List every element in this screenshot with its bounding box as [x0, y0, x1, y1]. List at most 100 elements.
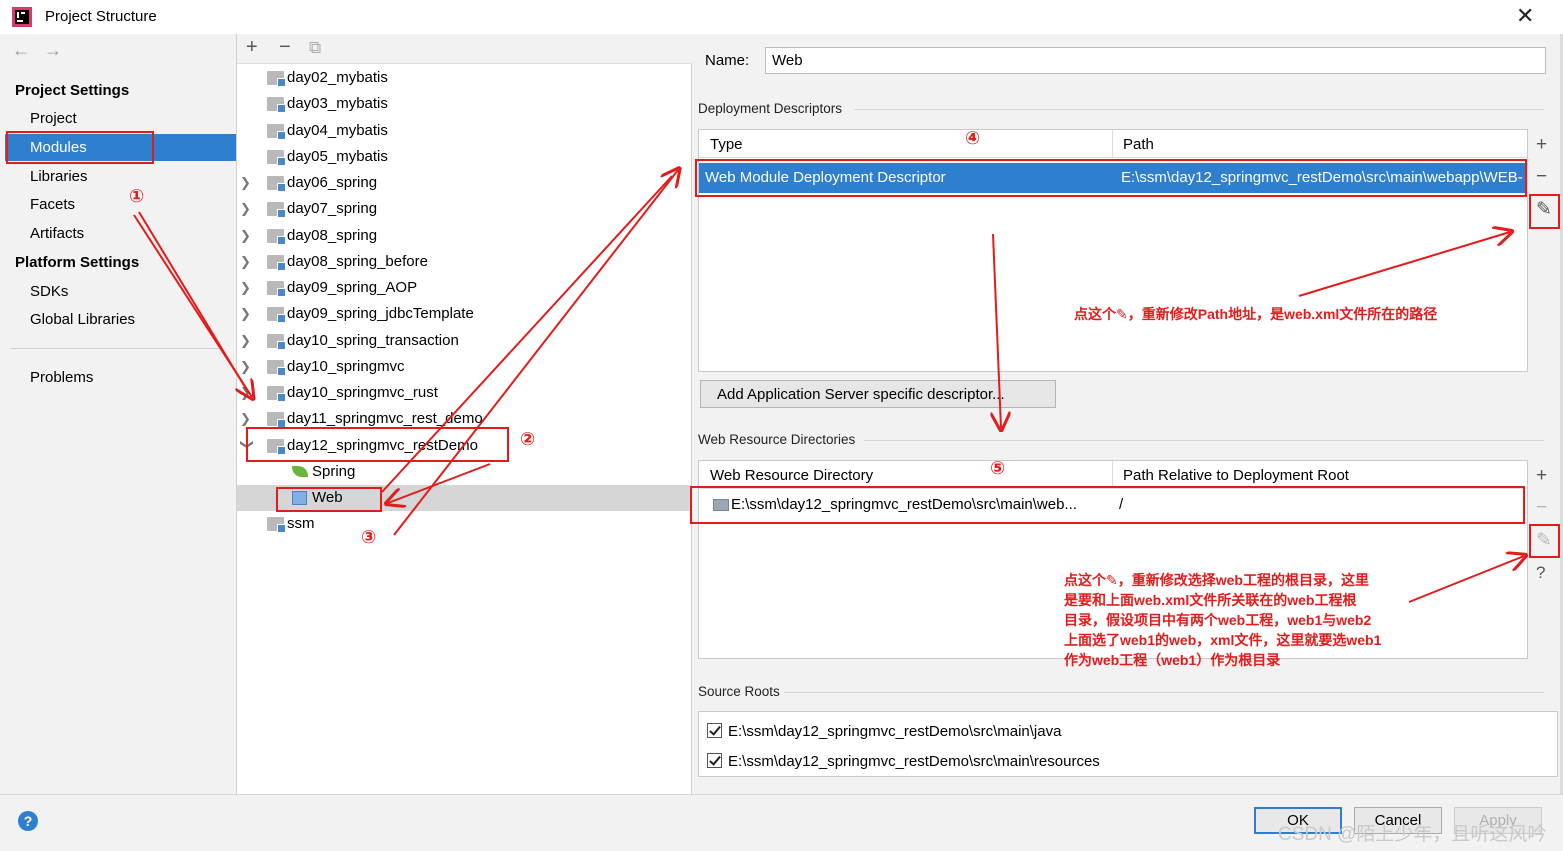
tree-item[interactable]: ssm	[237, 511, 692, 537]
section-divider	[854, 109, 1544, 110]
table-row[interactable]: E:\ssm\day12_springmvc_restDemo\src\main…	[699, 490, 1527, 520]
settings-nav: ← → Project Settings Project Modules Lib…	[0, 34, 237, 794]
tree-item[interactable]: ❯ day10_springmvc	[237, 354, 692, 380]
dialog-footer: ? OK Cancel Apply CSDN @陌上少年，且听这风吟	[0, 794, 1563, 851]
tree-item[interactable]: ❯ day10_springmvc_rust	[237, 380, 692, 406]
chevron-right-icon[interactable]: ❯	[240, 223, 254, 249]
name-label: Name:	[705, 52, 750, 69]
nav-item-global-libraries[interactable]: Global Libraries	[5, 306, 236, 333]
web-resource-side-toolbar: + − ✎ ?	[1528, 461, 1558, 658]
intellij-logo-icon	[12, 7, 32, 27]
module-folder-icon	[267, 202, 286, 218]
column-header-web-resource-dir[interactable]: Web Resource Directory	[710, 467, 873, 484]
module-folder-icon	[267, 229, 286, 245]
chevron-right-icon[interactable]: ❯	[240, 328, 254, 354]
module-folder-icon	[267, 281, 286, 297]
help-icon[interactable]: ?	[18, 811, 38, 831]
forward-arrow-icon[interactable]: →	[44, 40, 62, 61]
tree-item[interactable]: ❯ day09_spring_AOP	[237, 275, 692, 301]
edit-descriptor-pencil-icon[interactable]: ✎	[1536, 198, 1552, 221]
tree-item[interactable]: ❯ day09_spring_jdbcTemplate	[237, 301, 692, 327]
tree-item-facet-web[interactable]: Web	[237, 485, 692, 511]
add-web-resource-icon[interactable]: +	[1536, 465, 1547, 487]
tree-item[interactable]: ❯ day11_springmvc_rest_demo	[237, 406, 692, 432]
tree-item[interactable]: day05_mybatis	[237, 144, 692, 170]
module-folder-icon	[267, 360, 286, 376]
name-field[interactable]: Web	[765, 47, 1546, 74]
chevron-right-icon[interactable]: ❯	[240, 354, 254, 380]
edit-web-resource-pencil-icon[interactable]: ✎	[1536, 529, 1552, 552]
chevron-right-icon[interactable]: ❯	[240, 196, 254, 222]
annotation-note-path: 点这个✎，重新修改Path地址，是web.xml文件所在的路径	[1074, 306, 1438, 322]
tree-item[interactable]: ❯ day08_spring	[237, 223, 692, 249]
nav-divider	[10, 348, 220, 349]
chevron-down-icon[interactable]: ❯	[234, 439, 260, 453]
annotation-note-web-root: 点这个✎，重新修改选择web工程的根目录，这里 是要和上面web.xml文件所关…	[1064, 572, 1382, 668]
close-icon[interactable]: ✕	[1516, 3, 1534, 29]
tree-item[interactable]: ❯ day12_springmvc_restDemo	[237, 433, 692, 459]
tree-item[interactable]: day04_mybatis	[237, 118, 692, 144]
tree-item[interactable]: day03_mybatis	[237, 91, 692, 117]
nav-item-sdks[interactable]: SDKs	[5, 278, 236, 305]
module-folder-icon	[267, 255, 286, 271]
source-root-checkbox[interactable]	[707, 723, 722, 738]
nav-item-libraries[interactable]: Libraries	[5, 163, 236, 190]
module-folder-icon	[267, 176, 286, 192]
nav-item-problems[interactable]: Problems	[5, 364, 236, 391]
remove-descriptor-icon[interactable]: −	[1536, 166, 1547, 188]
chevron-right-icon[interactable]: ❯	[240, 249, 254, 275]
column-header-type[interactable]: Type	[710, 136, 743, 153]
help-icon[interactable]: ?	[1536, 563, 1545, 583]
chevron-right-icon[interactable]: ❯	[240, 380, 254, 406]
nav-item-modules[interactable]: Modules	[5, 134, 236, 161]
section-divider	[864, 440, 1544, 441]
source-root-checkbox[interactable]	[707, 753, 722, 768]
tree-item[interactable]: ❯ day07_spring	[237, 196, 692, 222]
tree-item-facet-spring[interactable]: Spring	[237, 459, 692, 485]
module-folder-icon	[267, 334, 286, 350]
table-header: Type Path	[699, 130, 1527, 158]
tree-item[interactable]: day02_mybatis	[237, 65, 692, 91]
module-folder-icon	[267, 412, 286, 428]
marker-2: ②	[520, 429, 536, 449]
copy-module-icon[interactable]: ⧉	[309, 38, 321, 58]
table-header: Web Resource Directory Path Relative to …	[699, 461, 1527, 489]
nav-item-facets[interactable]: Facets	[5, 191, 236, 218]
remove-web-resource-icon[interactable]: −	[1536, 497, 1547, 519]
facet-detail-panel: Name: Web Deployment Descriptors Type Pa…	[692, 34, 1560, 794]
add-server-descriptor-button[interactable]: Add Application Server specific descript…	[700, 380, 1056, 408]
remove-module-icon[interactable]: −	[279, 36, 291, 59]
chevron-right-icon[interactable]: ❯	[240, 275, 254, 301]
module-folder-icon	[267, 386, 286, 402]
table-row[interactable]: Web Module Deployment Descriptor E:\ssm\…	[699, 163, 1527, 193]
tree-toolbar: + − ⧉	[237, 34, 692, 64]
nav-item-artifacts[interactable]: Artifacts	[5, 220, 236, 247]
web-resource-dir-cell: E:\ssm\day12_springmvc_restDemo\src\main…	[731, 496, 1077, 513]
module-folder-icon	[267, 439, 286, 455]
window-title: Project Structure	[45, 8, 157, 25]
web-facet-icon	[292, 491, 307, 505]
web-resource-dirs-title: Web Resource Directories	[698, 432, 856, 447]
column-header-relative-path[interactable]: Path Relative to Deployment Root	[1123, 467, 1349, 484]
add-module-icon[interactable]: +	[246, 36, 258, 59]
chevron-right-icon[interactable]: ❯	[240, 301, 254, 327]
add-descriptor-icon[interactable]: +	[1536, 134, 1547, 156]
platform-settings-heading: Platform Settings	[15, 254, 140, 271]
back-arrow-icon[interactable]: ←	[12, 40, 30, 61]
descriptor-type-cell: Web Module Deployment Descriptor	[705, 169, 946, 186]
list-item[interactable]: E:\ssm\day12_springmvc_restDemo\src\main…	[707, 719, 1061, 745]
chevron-right-icon[interactable]: ❯	[240, 170, 254, 196]
deployment-descriptors-title: Deployment Descriptors	[698, 101, 843, 116]
section-divider	[784, 692, 1544, 693]
tree-item[interactable]: ❯ day08_spring_before	[237, 249, 692, 275]
list-item[interactable]: E:\ssm\day12_springmvc_restDemo\src\main…	[707, 749, 1100, 775]
column-header-path[interactable]: Path	[1123, 136, 1154, 153]
descriptor-path-cell: E:\ssm\day12_springmvc_restDemo\src\main…	[1121, 169, 1524, 186]
source-roots-list: E:\ssm\day12_springmvc_restDemo\src\main…	[698, 711, 1558, 777]
marker-1: ①	[129, 186, 145, 206]
tree-item[interactable]: ❯ day06_spring	[237, 170, 692, 196]
chevron-right-icon[interactable]: ❯	[240, 406, 254, 432]
module-folder-icon	[267, 124, 286, 140]
tree-item[interactable]: ❯ day10_spring_transaction	[237, 328, 692, 354]
nav-item-project[interactable]: Project	[5, 105, 236, 132]
